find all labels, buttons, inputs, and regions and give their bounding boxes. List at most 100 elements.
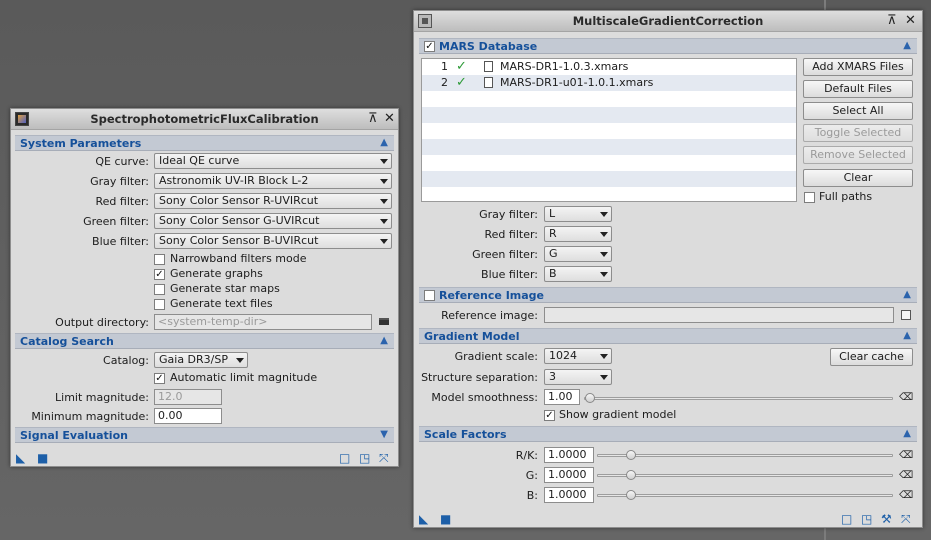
spfc-window: SpectrophotometricFluxCalibration ⊼ ✕ Sy… xyxy=(10,108,399,467)
apply-global-icon[interactable]: ■ xyxy=(440,513,451,525)
preview-icon[interactable]: □ xyxy=(339,452,350,464)
list-empty-row xyxy=(422,187,796,201)
section-system-parameters[interactable]: System Parameters ▲ xyxy=(15,135,394,151)
qe-curve-value: Ideal QE curve xyxy=(159,154,240,167)
output-directory-input[interactable]: <system-temp-dir> xyxy=(154,314,372,330)
clear-button[interactable]: Clear xyxy=(803,169,913,187)
reset-value-icon[interactable]: ⌫ xyxy=(899,451,913,461)
reset-value-icon[interactable]: ⌫ xyxy=(899,491,913,501)
shade-icon[interactable]: ⊼ xyxy=(887,14,897,28)
reference-image-checkbox[interactable] xyxy=(424,290,435,301)
minimum-magnitude-input[interactable]: 0.00 xyxy=(154,408,222,424)
blue-filter-select[interactable]: Sony Color Sensor B-UVIRcut xyxy=(154,233,392,249)
blue-filter-value: Sony Color Sensor B-UVIRcut xyxy=(159,234,319,247)
select-all-button[interactable]: Select All xyxy=(803,102,913,120)
spfc-titlebar[interactable]: SpectrophotometricFluxCalibration ⊼ ✕ xyxy=(11,109,398,130)
new-instance-icon[interactable]: ◣ xyxy=(419,513,428,525)
reference-image-input[interactable] xyxy=(544,307,894,323)
model-smoothness-slider[interactable] xyxy=(584,393,893,403)
generate-star-maps-checkbox[interactable] xyxy=(154,284,165,295)
close-icon[interactable]: ✕ xyxy=(384,112,395,126)
section-reference-image[interactable]: Reference Image ▲ xyxy=(419,287,917,303)
structure-separation-select[interactable]: 3 xyxy=(544,369,612,385)
generate-graphs-checkbox[interactable]: ✓ xyxy=(154,269,165,280)
reset-value-icon[interactable]: ⌫ xyxy=(899,471,913,481)
new-instance-icon[interactable]: ◣ xyxy=(16,452,25,464)
section-scale-factors[interactable]: Scale Factors ▲ xyxy=(419,426,917,442)
slider-knob[interactable] xyxy=(626,470,636,480)
catalog-select[interactable]: Gaia DR3/SP xyxy=(154,352,248,368)
qe-curve-select[interactable]: Ideal QE curve xyxy=(154,153,392,169)
mars-database-checkbox[interactable]: ✓ xyxy=(424,41,435,52)
section-gradient-model[interactable]: Gradient Model ▲ xyxy=(419,328,917,344)
slider-knob[interactable] xyxy=(626,490,636,500)
mars-file-list[interactable]: 1 ✓ MARS-DR1-1.0.3.xmars 2 ✓ MARS-DR1-u0… xyxy=(421,58,797,202)
collapse-icon[interactable]: ▲ xyxy=(903,427,911,441)
collapse-icon[interactable]: ▲ xyxy=(380,136,388,150)
section-signal-evaluation[interactable]: Signal Evaluation ▼ xyxy=(15,427,394,443)
apply-global-icon[interactable]: ■ xyxy=(37,452,48,464)
select-view-icon[interactable] xyxy=(901,310,911,320)
gradient-scale-select[interactable]: 1024 xyxy=(544,348,612,364)
chevron-down-icon xyxy=(380,219,388,224)
narrowband-checkbox[interactable] xyxy=(154,254,165,265)
toggle-selected-button[interactable]: Toggle Selected xyxy=(803,124,913,142)
section-mars-database[interactable]: ✓ MARS Database ▲ xyxy=(419,38,917,54)
slider-knob[interactable] xyxy=(626,450,636,460)
enabled-check-icon[interactable]: ✓ xyxy=(456,59,467,74)
show-gradient-model-checkbox[interactable]: ✓ xyxy=(544,410,555,421)
list-item[interactable]: 2 ✓ MARS-DR1-u01-1.0.1.xmars xyxy=(422,75,796,91)
gray-filter-select[interactable]: L xyxy=(544,206,612,222)
limit-magnitude-input[interactable]: 12.0 xyxy=(154,389,222,405)
g-scale-input[interactable]: 1.0000 xyxy=(544,467,594,483)
documentation-icon[interactable]: ◳ xyxy=(861,513,872,525)
generate-text-files-checkbox[interactable] xyxy=(154,299,165,310)
collapse-icon[interactable]: ▲ xyxy=(380,334,388,348)
minimum-magnitude-value: 0.00 xyxy=(158,409,183,422)
g-scale-slider[interactable] xyxy=(597,470,893,480)
auto-limit-magnitude-checkbox[interactable]: ✓ xyxy=(154,373,165,384)
gray-filter-select[interactable]: Astronomik UV-IR Block L-2 xyxy=(154,173,392,189)
folder-icon[interactable] xyxy=(379,318,389,325)
green-filter-select[interactable]: G xyxy=(544,246,612,262)
remove-selected-button[interactable]: Remove Selected xyxy=(803,146,913,164)
list-empty-row xyxy=(422,171,796,187)
collapse-icon[interactable]: ▲ xyxy=(903,39,911,53)
rk-scale-label: R/K: xyxy=(515,449,538,462)
blue-filter-label: Blue filter: xyxy=(92,235,149,248)
default-files-button[interactable]: Default Files xyxy=(803,80,913,98)
close-icon[interactable]: ✕ xyxy=(905,14,916,28)
b-scale-slider[interactable] xyxy=(597,490,893,500)
chevron-down-icon xyxy=(600,354,608,359)
model-smoothness-input[interactable]: 1.00 xyxy=(544,389,580,405)
g-scale-value: 1.0000 xyxy=(548,468,587,481)
section-catalog-search[interactable]: Catalog Search ▲ xyxy=(15,333,394,349)
section-title: Reference Image xyxy=(439,289,545,302)
blue-filter-select[interactable]: B xyxy=(544,266,612,282)
reset-value-icon[interactable]: ⌫ xyxy=(899,393,913,403)
expand-icon[interactable]: ▼ xyxy=(380,428,388,442)
mgc-titlebar[interactable]: MultiscaleGradientCorrection ⊼ ✕ xyxy=(414,11,922,32)
add-xmars-files-button[interactable]: Add XMARS Files xyxy=(803,58,913,76)
enabled-check-icon[interactable]: ✓ xyxy=(456,75,467,90)
green-filter-select[interactable]: Sony Color Sensor G-UVIRcut xyxy=(154,213,392,229)
clear-cache-button[interactable]: Clear cache xyxy=(830,348,913,366)
structure-separation-label: Structure separation: xyxy=(421,371,538,384)
reset-icon[interactable]: ⤧ xyxy=(901,513,911,525)
b-scale-input[interactable]: 1.0000 xyxy=(544,487,594,503)
full-paths-checkbox[interactable] xyxy=(804,192,815,203)
documentation-icon[interactable]: ◳ xyxy=(359,452,370,464)
red-filter-select[interactable]: Sony Color Sensor R-UVIRcut xyxy=(154,193,392,209)
preview-icon[interactable]: □ xyxy=(841,513,852,525)
red-filter-select[interactable]: R xyxy=(544,226,612,242)
collapse-icon[interactable]: ▲ xyxy=(903,288,911,302)
slider-knob[interactable] xyxy=(585,393,595,403)
collapse-icon[interactable]: ▲ xyxy=(903,329,911,343)
wrench-icon[interactable]: ⚒ xyxy=(881,513,892,525)
rk-scale-slider[interactable] xyxy=(597,450,893,460)
rk-scale-input[interactable]: 1.0000 xyxy=(544,447,594,463)
list-item[interactable]: 1 ✓ MARS-DR1-1.0.3.xmars xyxy=(422,59,796,75)
auto-limit-magnitude-label: Automatic limit magnitude xyxy=(170,371,318,384)
reset-icon[interactable]: ⤧ xyxy=(379,452,389,464)
shade-icon[interactable]: ⊼ xyxy=(368,112,378,126)
